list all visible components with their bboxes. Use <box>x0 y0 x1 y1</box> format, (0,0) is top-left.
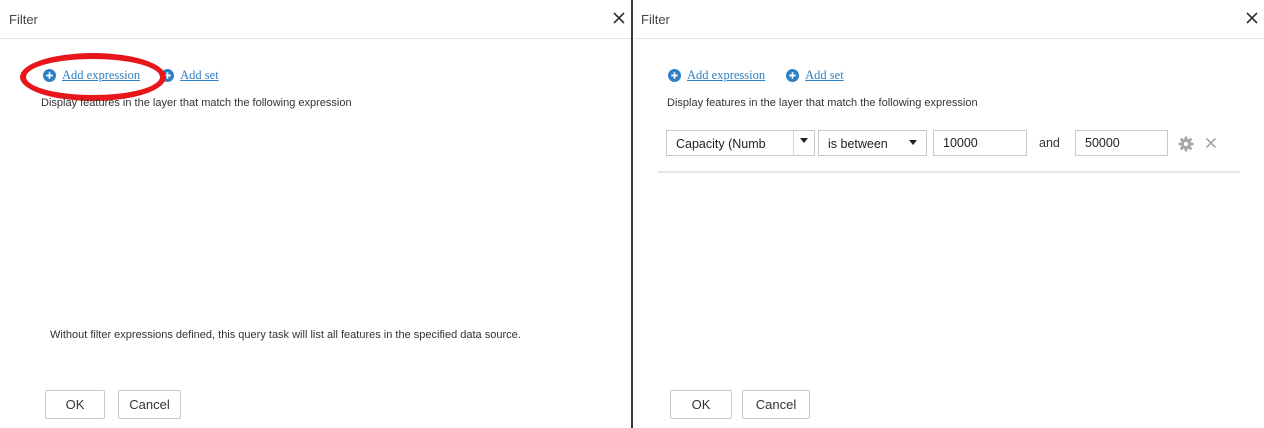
max-value-input[interactable] <box>1075 130 1168 156</box>
caret-down-icon <box>800 138 808 143</box>
dialog-titlebar: Filter <box>0 0 631 39</box>
ok-button[interactable]: OK <box>670 390 732 419</box>
operator-select[interactable]: is between <box>818 130 927 156</box>
cancel-button[interactable]: Cancel <box>742 390 810 419</box>
filter-description: Display features in the layer that match… <box>667 97 978 109</box>
add-set-link[interactable]: Add set <box>786 68 844 83</box>
field-select-value: Capacity (Numb <box>676 137 766 151</box>
add-expression-link[interactable]: Add expression <box>43 68 140 83</box>
plus-circle-icon <box>668 68 681 82</box>
dialog-title: Filter <box>9 12 38 27</box>
add-set-label: Add set <box>805 67 844 82</box>
ok-button[interactable]: OK <box>45 390 105 419</box>
dialog-titlebar: Filter <box>635 0 1264 39</box>
operator-select-value: is between <box>828 137 888 151</box>
and-label: and <box>1039 136 1060 150</box>
field-select[interactable]: Capacity (Numb <box>666 130 815 156</box>
plus-circle-icon <box>786 68 800 82</box>
gear-icon[interactable] <box>1178 136 1194 152</box>
cancel-button[interactable]: Cancel <box>118 390 181 419</box>
filter-description: Display features in the layer that match… <box>41 97 352 109</box>
select-divider <box>793 131 794 155</box>
add-expression-label: Add expression <box>62 67 141 82</box>
filter-dialog-empty: Filter Add expression Add set Display fe… <box>0 0 633 428</box>
add-expression-link[interactable]: Add expression <box>668 68 765 83</box>
caret-down-icon <box>909 140 917 145</box>
dialog-title: Filter <box>641 12 670 27</box>
close-icon[interactable] <box>1244 10 1260 26</box>
add-expression-label: Add expression <box>687 67 766 82</box>
plus-circle-icon <box>43 68 56 82</box>
filter-dialog-with-expression: Filter Add expression Add set Display fe… <box>635 0 1264 428</box>
min-value-input[interactable] <box>933 130 1027 156</box>
close-icon[interactable] <box>611 10 627 26</box>
expression-row: Capacity (Numb is between and <box>658 120 1240 173</box>
x-icon[interactable] <box>1205 137 1217 149</box>
add-set-link[interactable]: Add set <box>161 68 219 83</box>
plus-circle-icon <box>161 68 175 82</box>
empty-filter-note: Without filter expressions defined, this… <box>50 329 521 341</box>
filter-actions: Add expression Add set <box>668 66 865 84</box>
filter-actions: Add expression Add set <box>43 66 240 84</box>
add-set-label: Add set <box>180 67 219 82</box>
